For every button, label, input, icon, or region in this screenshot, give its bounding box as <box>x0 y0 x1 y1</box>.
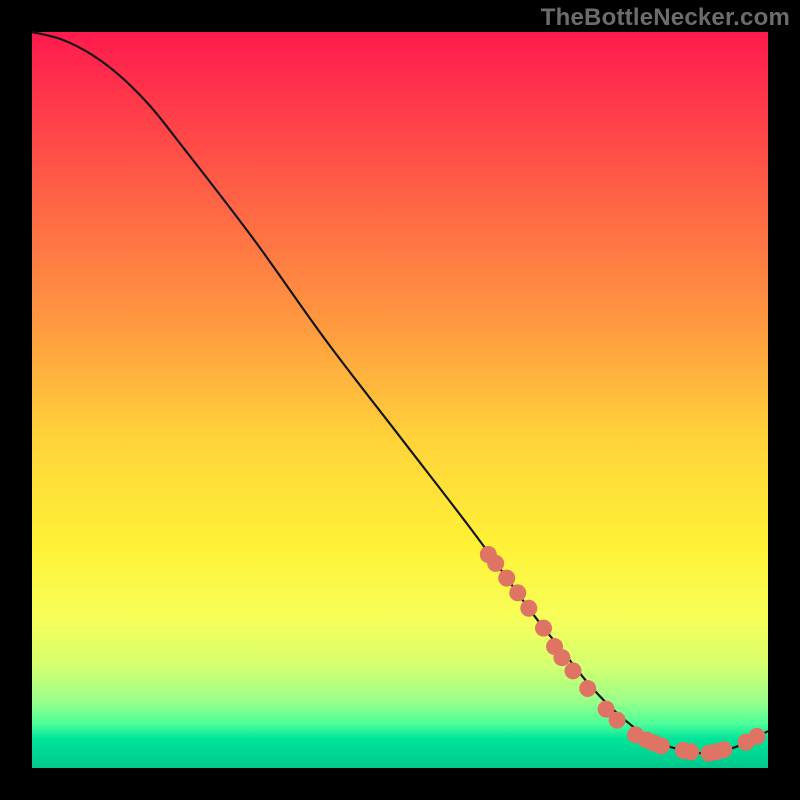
data-dot <box>487 555 504 572</box>
data-dot <box>715 741 732 758</box>
data-dot <box>682 743 699 760</box>
data-dot <box>609 712 626 729</box>
data-dots <box>480 546 766 762</box>
plot-area <box>32 32 768 768</box>
data-dot <box>509 584 526 601</box>
data-dot <box>748 728 765 745</box>
chart-stage: TheBottleNecker.com <box>0 0 800 800</box>
data-dot <box>579 680 596 697</box>
watermark-text: TheBottleNecker.com <box>541 4 790 32</box>
data-dot <box>520 600 537 617</box>
data-dot <box>535 620 552 637</box>
data-dot <box>653 737 670 754</box>
data-dot <box>553 649 570 666</box>
bottleneck-curve <box>32 32 768 753</box>
data-dot <box>498 570 515 587</box>
data-dot <box>564 662 581 679</box>
curve-layer <box>32 32 768 768</box>
